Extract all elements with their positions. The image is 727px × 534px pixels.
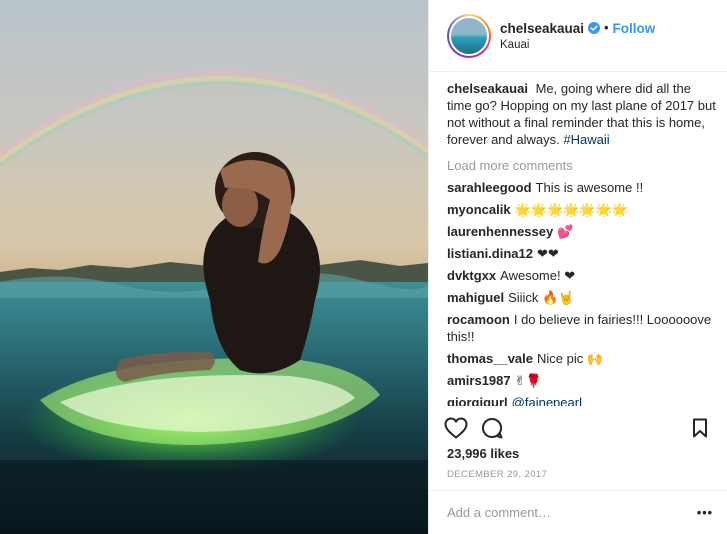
comment-username[interactable]: thomas__vale xyxy=(447,351,533,366)
comment-text: 🌟🌟🌟🌟🌟🌟🌟 xyxy=(514,202,628,217)
post-actions xyxy=(443,414,713,442)
comment-username[interactable]: sarahleegood xyxy=(447,180,532,195)
separator-dot: • xyxy=(604,21,609,35)
likes-count[interactable]: 23,996 likes xyxy=(447,446,519,461)
add-comment-input[interactable] xyxy=(447,505,695,520)
comment-item: dvktgxx Awesome! ❤ xyxy=(447,267,717,284)
comment-text: Siiick 🔥🤘 xyxy=(508,290,575,305)
comment-item: laurenhennessey 💕 xyxy=(447,223,717,240)
more-options-button[interactable]: ••• xyxy=(695,506,715,520)
caption: chelseakauai Me, going where did all the… xyxy=(447,80,717,148)
comment-username[interactable]: amirs1987 xyxy=(447,373,511,388)
comment-item: myoncalik 🌟🌟🌟🌟🌟🌟🌟 xyxy=(447,201,717,218)
post-header: chelseakauai • Follow Kauai xyxy=(429,0,727,72)
comment-text: Nice pic 🙌 xyxy=(537,351,604,366)
add-comment-bar: ••• xyxy=(429,490,727,534)
comment-mention[interactable]: @fainepearl xyxy=(512,395,582,406)
post-side-panel: chelseakauai • Follow Kauai chelseakauai… xyxy=(428,0,727,534)
surfer-photo-image xyxy=(0,0,428,534)
load-more-comments-button[interactable]: Load more comments xyxy=(447,157,717,174)
comment-text: Awesome! ❤ xyxy=(500,268,576,283)
instagram-post: chelseakauai • Follow Kauai chelseakauai… xyxy=(0,0,727,534)
comment-item: amirs1987 ✌🌹 xyxy=(447,372,717,389)
comment-text: ❤❤ xyxy=(536,246,559,261)
comment-username[interactable]: rocamoon xyxy=(447,312,510,327)
heart-icon[interactable] xyxy=(443,415,469,441)
comment-text: 💕 xyxy=(557,224,574,239)
comment-item: sarahleegood This is awesome !! xyxy=(447,179,717,196)
story-ring[interactable] xyxy=(447,13,491,58)
comment-username[interactable]: dvktgxx xyxy=(447,268,496,283)
comment-username[interactable]: laurenhennessey xyxy=(447,224,553,239)
comment-item: mahiguel Siiick 🔥🤘 xyxy=(447,289,717,306)
comment-username[interactable]: myoncalik xyxy=(447,202,511,217)
post-date[interactable]: DECEMBER 29, 2017 xyxy=(447,469,547,480)
verified-badge-icon xyxy=(588,22,601,34)
comment-username[interactable]: mahiguel xyxy=(447,290,504,305)
comments-list[interactable]: chelseakauai Me, going where did all the… xyxy=(447,80,717,406)
follow-button[interactable]: Follow xyxy=(612,21,655,36)
caption-hashtag[interactable]: #Hawaii xyxy=(563,132,609,147)
header-line: chelseakauai • Follow xyxy=(500,21,655,36)
bookmark-icon[interactable] xyxy=(687,415,713,441)
post-photo[interactable] xyxy=(0,0,428,534)
comment-item: listiani.dina12 ❤❤ xyxy=(447,245,717,262)
comment-item: rocamoon I do believe in fairies!!! Loooo… xyxy=(447,311,717,345)
author-username[interactable]: chelseakauai xyxy=(500,21,584,36)
location-link[interactable]: Kauai xyxy=(500,39,655,51)
comment-item: giorgigurl @fainepearl xyxy=(447,394,717,406)
caption-username[interactable]: chelseakauai xyxy=(447,81,528,96)
speech-bubble-icon[interactable] xyxy=(479,415,505,441)
header-text: chelseakauai • Follow Kauai xyxy=(500,21,655,51)
avatar[interactable] xyxy=(449,15,489,56)
comment-username[interactable]: giorgigurl xyxy=(447,395,508,406)
comment-username[interactable]: listiani.dina12 xyxy=(447,246,533,261)
comment-item: thomas__vale Nice pic 🙌 xyxy=(447,350,717,367)
comment-text: ✌🌹 xyxy=(514,373,542,388)
comment-text: This is awesome !! xyxy=(535,180,644,195)
